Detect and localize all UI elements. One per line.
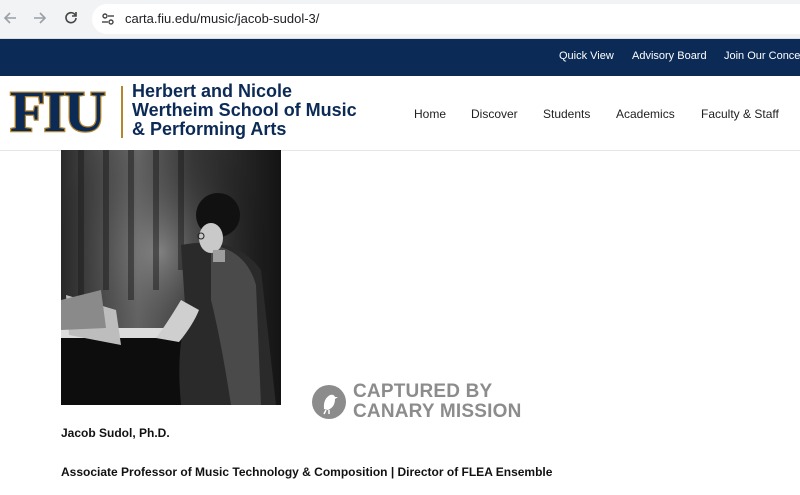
reload-button[interactable] [61,8,81,28]
tune-icon[interactable] [100,11,116,27]
advisory-board-link[interactable]: Advisory Board [632,50,707,62]
nav-home[interactable]: Home [414,107,446,121]
site-header: FIU Herbert and Nicole Wertheim School o… [0,76,800,151]
utility-bar: Quick View Advisory Board Join Our Conce… [0,39,800,76]
quick-view-link[interactable]: Quick View [559,50,614,62]
nav-discover[interactable]: Discover [471,107,518,121]
join-our-concert-link[interactable]: Join Our Concert [724,50,800,62]
profile-title: Associate Professor of Music Technology … [61,465,553,479]
watermark-line: CANARY MISSION [353,401,522,422]
reload-icon [65,11,77,24]
canary-bird-icon [312,385,346,419]
school-name-line: & Performing Arts [132,119,287,139]
school-name-line: Herbert and Nicole [132,81,293,101]
nav-faculty-staff[interactable]: Faculty & Staff [701,107,779,121]
fiu-logo-text: FIU [10,84,105,138]
canary-mission-watermark: CAPTURED BY CANARY MISSION [312,382,542,422]
arrow-left-icon [3,12,16,24]
logo-divider [121,86,123,138]
nav-students[interactable]: Students [543,107,590,121]
back-button[interactable] [0,8,20,28]
profile-name: Jacob Sudol, Ph.D. [61,426,170,440]
arrow-right-icon [34,12,47,24]
school-name[interactable]: Herbert and Nicole Wertheim School of Mu… [132,82,392,139]
address-bar[interactable]: carta.fiu.edu/music/jacob-sudol-3/ [92,4,800,34]
forward-button[interactable] [30,8,50,28]
fiu-logo[interactable]: FIU [0,84,114,138]
watermark-text: CAPTURED BY CANARY MISSION [353,382,522,422]
watermark-line: CAPTURED BY [353,381,493,402]
browser-toolbar: carta.fiu.edu/music/jacob-sudol-3/ [0,0,800,39]
profile-photo [61,150,281,405]
url-text[interactable]: carta.fiu.edu/music/jacob-sudol-3/ [125,11,319,26]
nav-academics[interactable]: Academics [616,107,675,121]
school-name-line: Wertheim School of Music [132,100,357,120]
